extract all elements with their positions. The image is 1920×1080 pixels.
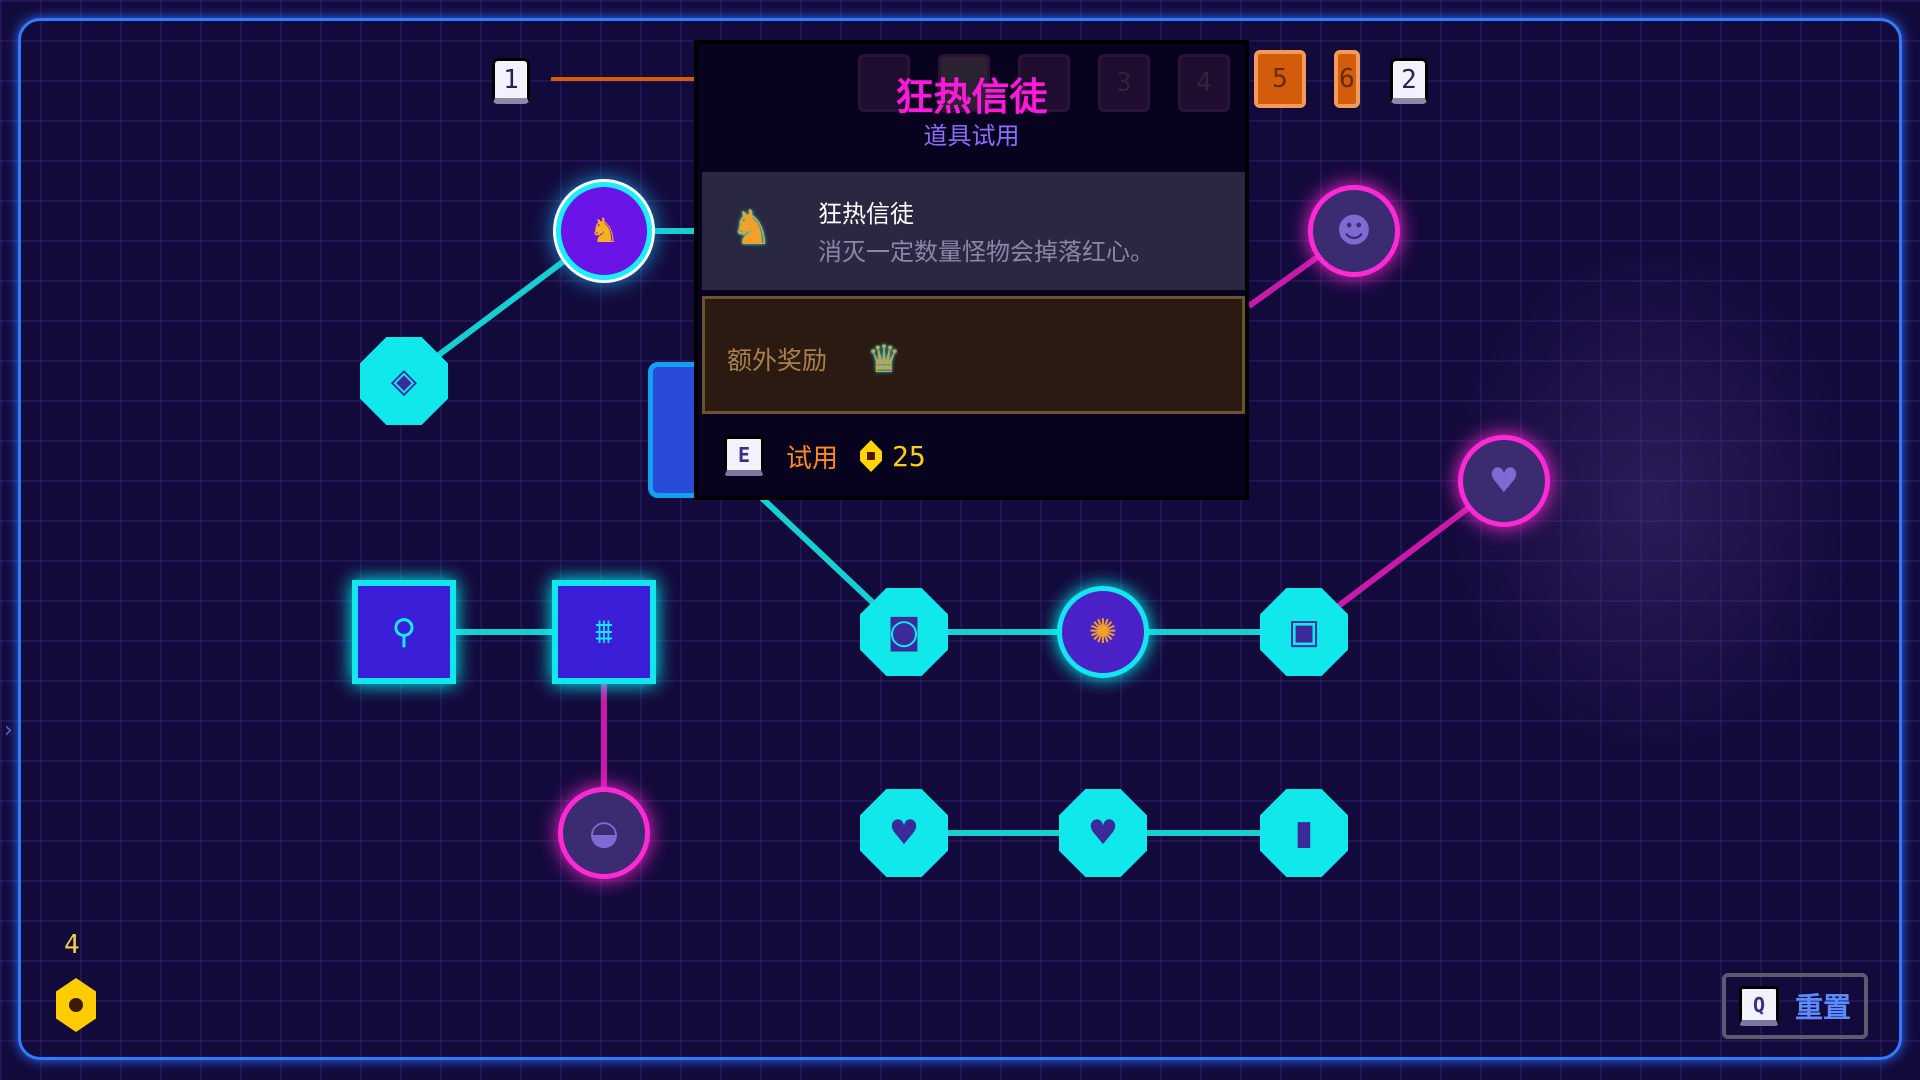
portal-icon: ▮: [1294, 813, 1314, 853]
tier-start-marker: 1: [492, 58, 530, 104]
item-section: ♞ 狂热信徒 消灭一定数量怪物会掉落红心。: [702, 172, 1245, 290]
chevron-right-icon[interactable]: ›: [4, 718, 13, 743]
node-basket[interactable]: ◒: [558, 787, 650, 879]
node-claw[interactable]: ⚲: [352, 580, 456, 684]
camera-icon: ◙: [887, 612, 921, 652]
frog-icon: ☻: [1336, 211, 1372, 251]
tooltip-subtitle: 道具试用: [923, 122, 1020, 150]
heart-drop-icon: ♥: [1488, 461, 1520, 501]
trial-cost: 25: [892, 439, 926, 473]
eye-gem-icon: ◈: [390, 361, 418, 401]
tooltip-title: 狂热信徒: [895, 75, 1048, 119]
trial-action[interactable]: E 试用 25: [724, 436, 926, 476]
node-camera[interactable]: ◙: [860, 588, 948, 676]
key-q: Q: [1738, 986, 1779, 1026]
gate-icon: ⩩: [594, 612, 614, 652]
bonus-section: 额外奖励 ♛: [702, 296, 1245, 414]
reset-label: 重置: [1794, 991, 1851, 1024]
tier-5[interactable]: 5: [1254, 50, 1306, 108]
node-frog[interactable]: ☻: [1308, 185, 1400, 277]
node-broken-heart[interactable]: ♥: [860, 789, 948, 877]
heart-icon: ♥: [1087, 813, 1119, 853]
claw-machine-icon: ⚲: [391, 612, 417, 652]
broken-heart-icon: ♥: [888, 813, 920, 853]
item-description: 消灭一定数量怪物会掉落红心。: [818, 238, 1154, 266]
box-icon: ▣: [1287, 612, 1321, 652]
currency-count: 4: [64, 930, 80, 960]
tooltip-panel: 3 4 狂热信徒 道具试用 ♞ 狂热信徒 消灭一定数量怪物会掉落红心。 额外奖励…: [694, 40, 1249, 500]
reset-button[interactable]: Q 重置: [1722, 973, 1868, 1039]
key-e[interactable]: E: [724, 436, 764, 476]
tier-end-marker: 2: [1390, 58, 1428, 104]
node-fanatic[interactable]: ♞: [553, 179, 655, 283]
trial-label: 试用: [786, 443, 839, 474]
fanatic-helmet-icon: ♞: [588, 211, 620, 251]
crown-icon: ♛: [867, 337, 902, 381]
node-eye-gem[interactable]: ◈: [360, 337, 448, 425]
item-name: 狂热信徒: [818, 200, 914, 228]
fanatic-helmet-icon: ♞: [730, 200, 774, 256]
tier-6[interactable]: 6: [1334, 50, 1360, 108]
basket-icon: ◒: [589, 813, 619, 853]
bonus-label: 额外奖励: [727, 346, 828, 375]
flower-icon: ✺: [1088, 612, 1118, 652]
node-gate[interactable]: ⩩: [552, 580, 656, 684]
node-heart-drop[interactable]: ♥: [1458, 435, 1550, 527]
node-flower[interactable]: ✺: [1057, 586, 1149, 678]
gem-coin-icon: [860, 440, 883, 472]
